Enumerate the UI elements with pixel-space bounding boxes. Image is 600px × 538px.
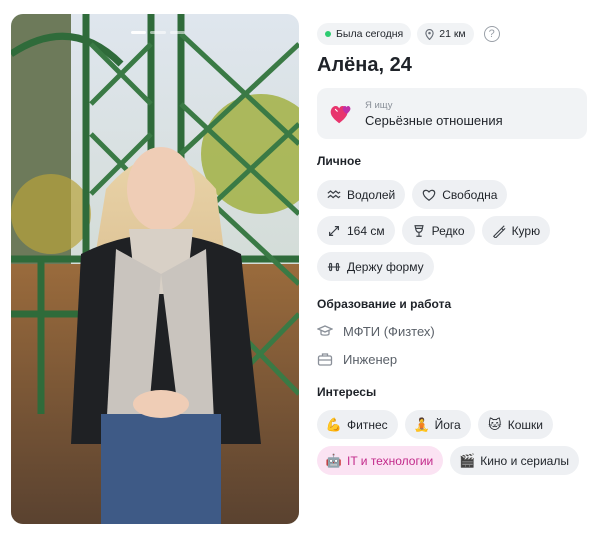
distance-text: 21 км bbox=[439, 28, 466, 40]
chip-interest-cats: 🐱 Кошки bbox=[477, 410, 553, 439]
education-list: МФТИ (Физтех) Инженер bbox=[317, 317, 587, 373]
dating-goal-card: Я ищу Серьёзные отношения bbox=[317, 88, 587, 139]
chip-label: Редко bbox=[431, 223, 465, 238]
education-text: МФТИ (Физтех) bbox=[343, 323, 435, 339]
online-status-text: Была сегодня bbox=[336, 28, 404, 40]
clapper-icon: 🎬 bbox=[459, 453, 476, 468]
profile-info: Была сегодня 21 км ? Алёна, 24 Я ищу Сер… bbox=[317, 22, 587, 475]
profile-photo[interactable] bbox=[11, 14, 299, 524]
yoga-icon: 🧘 bbox=[413, 417, 430, 432]
chip-interest-movies: 🎬 Кино и сериалы bbox=[450, 446, 579, 475]
photo-progress-segment bbox=[150, 31, 166, 34]
education-item: МФТИ (Физтех) bbox=[317, 317, 587, 345]
heart-outline-icon bbox=[422, 188, 436, 202]
section-title-personal: Личное bbox=[317, 154, 362, 168]
location-pin-icon bbox=[425, 28, 434, 40]
work-text: Инженер bbox=[343, 351, 398, 367]
dating-goal-label: Я ищу bbox=[365, 99, 393, 111]
dumbbell-icon bbox=[327, 260, 341, 274]
flexed-biceps-icon: 💪 bbox=[325, 417, 343, 432]
chip-label: Йога bbox=[434, 417, 461, 432]
robot-icon: 🤖 bbox=[325, 453, 343, 468]
photo-progress-bars bbox=[131, 31, 185, 34]
chip-label: Кино и сериалы bbox=[480, 453, 569, 468]
chip-interest-it: 🤖 IT и технологии bbox=[317, 446, 444, 475]
work-item: Инженер bbox=[317, 345, 587, 373]
profile-photo-image bbox=[11, 14, 299, 524]
distance-badge: 21 км bbox=[417, 23, 474, 45]
graduation-cap-icon bbox=[317, 325, 333, 336]
chip-label: Кошки bbox=[507, 417, 543, 432]
personal-chips: Водолей Свободна 164 см Редко Курю Держу… bbox=[317, 180, 587, 281]
wine-glass-icon bbox=[412, 224, 426, 238]
cat-icon: 🐱 bbox=[487, 417, 502, 432]
height-arrows-icon bbox=[327, 224, 341, 238]
profile-name-age: Алёна, 24 bbox=[317, 54, 412, 76]
chip-label: Фитнес bbox=[347, 417, 388, 432]
chip-alcohol: Редко bbox=[401, 216, 475, 245]
chip-interest-fitness: 💪 Фитнес bbox=[317, 410, 398, 439]
dating-goal-value: Серьёзные отношения bbox=[365, 112, 503, 128]
section-title-interests: Интересы bbox=[317, 385, 377, 399]
status-row: Была сегодня 21 км ? bbox=[317, 22, 587, 46]
aquarius-icon bbox=[327, 188, 341, 202]
help-icon[interactable]: ? bbox=[483, 26, 500, 42]
chip-zodiac: Водолей bbox=[317, 180, 406, 209]
interest-chips: 💪 Фитнес 🧘 Йога 🐱 Кошки 🤖 IT и технологи… bbox=[317, 410, 587, 475]
photo-progress-segment bbox=[131, 31, 147, 34]
chip-label: 164 см bbox=[347, 223, 385, 238]
chip-interest-yoga: 🧘 Йога bbox=[404, 410, 471, 439]
cigarette-icon bbox=[492, 224, 506, 238]
chip-label: Водолей bbox=[347, 187, 396, 202]
chip-label: Держу форму bbox=[347, 259, 424, 274]
chip-label: Свободна bbox=[442, 187, 498, 202]
section-title-education: Образование и работа bbox=[317, 297, 452, 311]
chip-label: IT и технологии bbox=[347, 453, 434, 468]
chip-label: Курю bbox=[511, 223, 541, 238]
chip-height: 164 см bbox=[317, 216, 395, 245]
chip-smoking: Курю bbox=[481, 216, 551, 245]
photo-progress-segment bbox=[169, 31, 185, 34]
online-dot-icon bbox=[325, 31, 331, 37]
chip-relationship: Свободна bbox=[412, 180, 508, 209]
chip-fitness-level: Держу форму bbox=[317, 252, 434, 281]
hearts-icon bbox=[327, 100, 355, 128]
online-status-badge: Была сегодня bbox=[317, 23, 412, 45]
briefcase-icon bbox=[317, 353, 333, 366]
